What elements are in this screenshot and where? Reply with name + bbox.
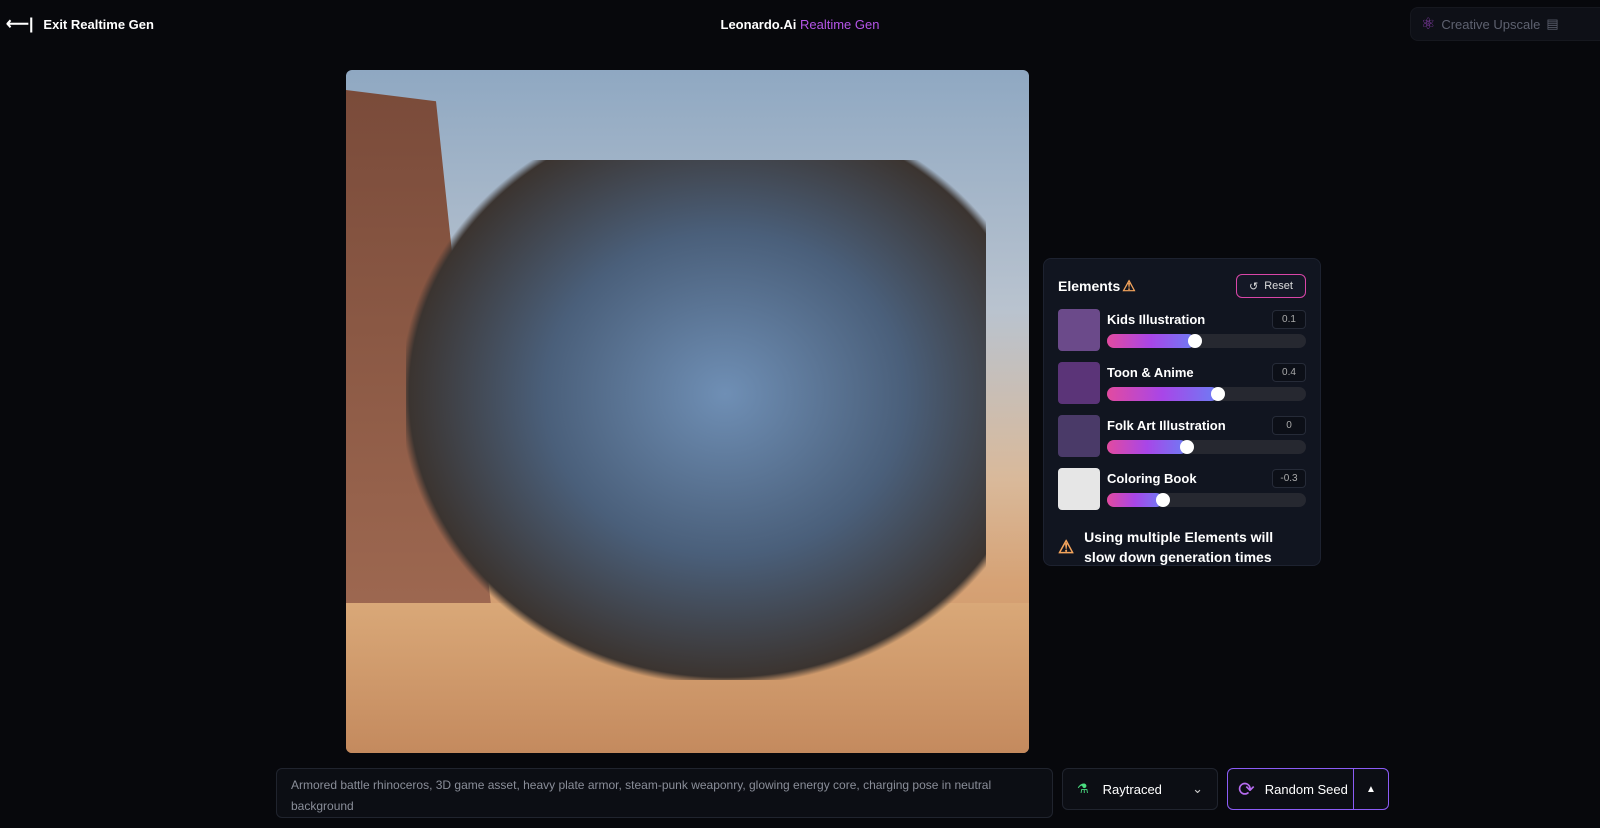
element-value-input[interactable]: 0.1 (1272, 309, 1306, 329)
element-name: Toon & Anime (1107, 364, 1194, 380)
elements-panel: Elements ⚠ ↺ Reset Kids Illustration 0.1 To… (1043, 258, 1321, 566)
element-value-input[interactable]: -0.3 (1272, 468, 1306, 488)
seed-control: ⟳ Random Seed ▲ (1227, 768, 1389, 810)
creative-upscale-button[interactable]: ⚛ Creative Upscale ▤ (1410, 7, 1600, 41)
element-value-input[interactable]: 0 (1272, 415, 1306, 435)
element-name: Folk Art Illustration (1107, 417, 1226, 433)
element-item: Folk Art Illustration 0 (1058, 415, 1306, 458)
warning-icon: ⚠ (1122, 278, 1136, 295)
element-name: Kids Illustration (1107, 311, 1206, 327)
upscale-label: Creative Upscale (1441, 16, 1541, 32)
warning-icon: ⚠ (1058, 537, 1075, 557)
slider-handle[interactable] (1187, 334, 1202, 348)
reset-button[interactable]: ↺ Reset (1236, 274, 1306, 298)
element-thumbnail (1058, 362, 1100, 404)
seed-options-button[interactable]: ▲ (1354, 784, 1388, 795)
reset-icon: ↺ (1249, 280, 1259, 293)
element-slider[interactable] (1107, 334, 1306, 348)
element-item: Coloring Book -0.3 (1058, 468, 1306, 511)
model-select[interactable]: ⚗ Raytraced ⌄ (1062, 768, 1218, 810)
slider-handle[interactable] (1179, 440, 1194, 454)
element-slider[interactable] (1107, 493, 1306, 507)
seed-label: Random Seed (1264, 781, 1348, 797)
coins-icon: ▤ (1546, 16, 1559, 31)
element-slider[interactable] (1107, 387, 1306, 401)
element-item: Kids Illustration 0.1 (1058, 309, 1306, 352)
warning-text: Using multiple Elements will slow down g… (1084, 529, 1274, 565)
atom-icon: ⚛ (1421, 16, 1436, 33)
caret-up-icon: ▲ (1366, 783, 1376, 795)
element-value-input[interactable]: 0.4 (1272, 362, 1306, 382)
element-thumbnail (1058, 415, 1100, 457)
page-title: Leonardo.Ai Realtime Gen (0, 17, 1600, 32)
slider-handle[interactable] (1211, 387, 1226, 401)
element-name: Coloring Book (1107, 470, 1197, 486)
elements-title: Elements (1058, 278, 1121, 294)
flask-icon: ⚗ (1077, 781, 1089, 796)
chevron-down-icon: ⌄ (1192, 781, 1203, 796)
refresh-icon: ⟳ (1238, 778, 1255, 801)
slider-handle[interactable] (1155, 493, 1170, 507)
element-item: Toon & Anime 0.4 (1058, 362, 1306, 405)
brand: Leonardo.Ai (720, 17, 797, 32)
prompt-input[interactable]: Armored battle rhinoceros, 3D game asset… (276, 768, 1053, 818)
model-selected: Raytraced (1102, 781, 1162, 797)
reset-label: Reset (1264, 280, 1293, 292)
random-seed-button[interactable]: ⟳ Random Seed (1228, 769, 1354, 809)
element-thumbnail (1058, 468, 1100, 510)
generated-image (346, 70, 1029, 753)
mode-label: Realtime Gen (799, 17, 880, 32)
element-slider[interactable] (1107, 440, 1306, 454)
element-thumbnail (1058, 309, 1100, 351)
